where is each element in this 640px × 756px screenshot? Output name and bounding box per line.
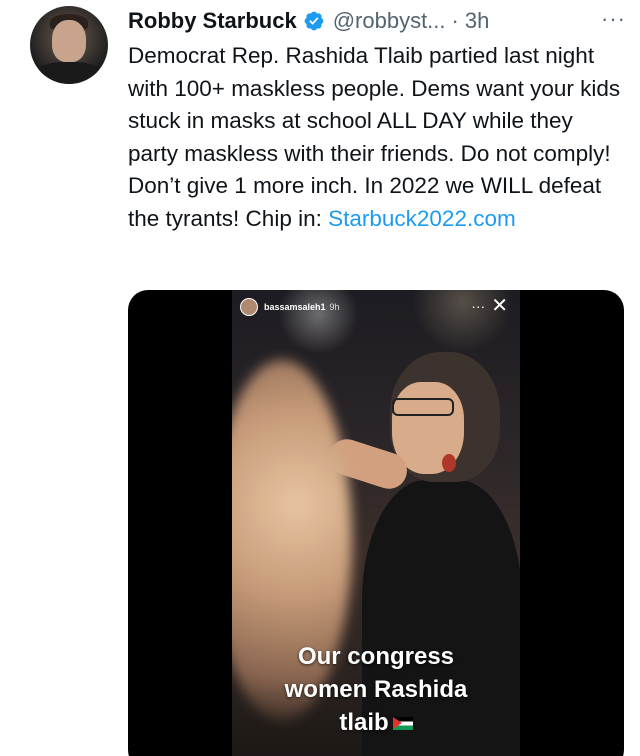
more-options-icon[interactable]: ··· bbox=[601, 8, 626, 30]
video-frame[interactable]: bassamsaleh1 9h ··· ✕ Our congress women… bbox=[232, 290, 520, 756]
tweet-link[interactable]: Starbuck2022.com bbox=[328, 206, 516, 231]
story-more-icon: ··· bbox=[471, 298, 486, 314]
caption-line-1: Our congress bbox=[297, 643, 455, 670]
story-time: 9h bbox=[329, 302, 340, 312]
caption-line-3-text: tlaib bbox=[339, 709, 389, 736]
avatar-shirt bbox=[36, 62, 102, 84]
tweet-header: Robby Starbuck @robbyst... · 3h bbox=[128, 6, 628, 36]
verified-badge-icon bbox=[304, 11, 324, 31]
tweet[interactable]: Robby Starbuck @robbyst... · 3h ··· Demo… bbox=[0, 0, 640, 756]
story-actions: ··· ✕ bbox=[471, 296, 508, 316]
tweet-text: Democrat Rep. Rashida Tlaib partied last… bbox=[128, 40, 628, 235]
video-caption: Our congress women Rashida tlaib bbox=[232, 640, 520, 739]
story-header: bassamsaleh1 9h ··· ✕ bbox=[240, 296, 512, 318]
tweet-timestamp[interactable]: 3h bbox=[465, 8, 489, 34]
author-avatar[interactable] bbox=[30, 6, 108, 84]
story-close-icon: ✕ bbox=[491, 295, 508, 317]
caption-line-2: women Rashida bbox=[284, 676, 468, 703]
caption-line-3: tlaib bbox=[232, 706, 520, 739]
story-avatar bbox=[240, 298, 258, 316]
tweet-media[interactable]: bassamsaleh1 9h ··· ✕ Our congress women… bbox=[128, 290, 624, 756]
earring bbox=[442, 454, 456, 472]
story-username: bassamsaleh1 bbox=[264, 302, 326, 312]
tweet-text-main: Democrat Rep. Rashida Tlaib partied last… bbox=[128, 43, 621, 231]
glasses bbox=[392, 398, 454, 416]
header-separator: · bbox=[451, 8, 459, 33]
author-name[interactable]: Robby Starbuck bbox=[128, 8, 297, 34]
palestine-flag-icon bbox=[392, 717, 413, 731]
avatar-face bbox=[52, 20, 86, 62]
author-handle[interactable]: @robbyst... bbox=[333, 8, 446, 34]
